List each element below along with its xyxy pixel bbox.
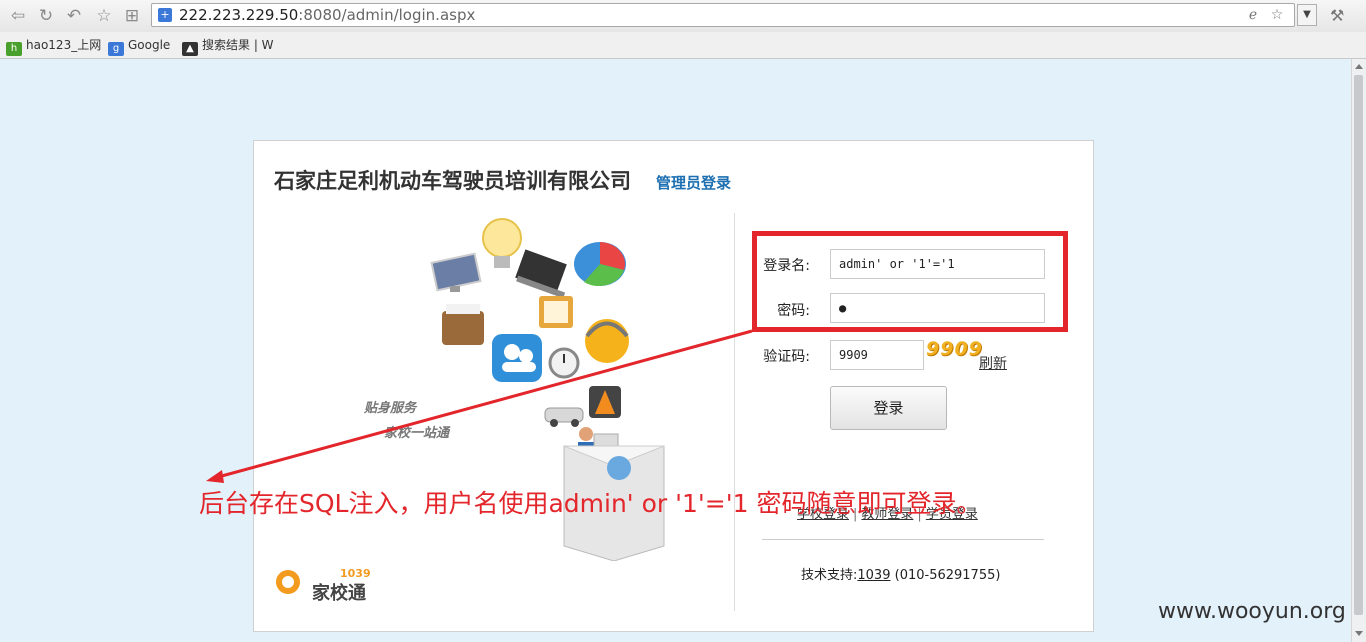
lightbulb-icon xyxy=(482,218,522,268)
slogan-one-stop: 家校一站通 xyxy=(384,426,450,441)
company-title: 石家庄足利机动车驾驶员培训有限公司 xyxy=(274,169,631,193)
star-icon[interactable]: ☆ xyxy=(94,6,114,26)
brand-name: 家校通 xyxy=(312,583,366,604)
bookmark-google[interactable]: g Google xyxy=(108,36,171,56)
laptop-icon xyxy=(515,249,567,299)
scroll-up-icon[interactable] xyxy=(1355,64,1363,69)
support-phone: (010-56291755) xyxy=(894,568,1001,583)
slogan-service: 贴身服务 xyxy=(364,401,417,416)
url-text: 222.223.229.50:8080/admin/login.aspx xyxy=(179,6,475,24)
address-dropdown-button[interactable]: ▼ xyxy=(1297,4,1317,26)
tech-support: 技术支持:1039 (010-56291755) xyxy=(801,564,1000,583)
refresh-captcha-link[interactable]: 刷新 xyxy=(979,353,1007,373)
support-link[interactable]: 1039 xyxy=(857,568,890,583)
wrench-icon[interactable]: ⚒ xyxy=(1330,6,1344,25)
briefcase-icon xyxy=(442,304,484,345)
monitor-icon xyxy=(430,252,482,292)
brand-ring-icon xyxy=(276,570,300,594)
hao123-icon: h xyxy=(6,42,22,56)
car-icon xyxy=(544,407,584,427)
ie-compat-icon[interactable]: ℯ xyxy=(1244,6,1262,24)
login-button[interactable]: 登录 xyxy=(830,386,947,430)
scroll-down-icon[interactable] xyxy=(1355,631,1363,636)
headset-icon xyxy=(585,319,629,363)
support-label: 技术支持: xyxy=(801,568,858,583)
bookmark-label: 搜索结果 | W xyxy=(202,38,274,52)
back-icon[interactable]: ⇦ xyxy=(8,6,28,26)
scroll-thumb[interactable] xyxy=(1354,75,1363,615)
grid-icon[interactable]: ⊞ xyxy=(122,6,142,26)
checklist-icon xyxy=(539,296,573,328)
captcha-image[interactable]: 9909 xyxy=(926,338,983,360)
red-highlight-box xyxy=(752,231,1068,332)
users-icon xyxy=(492,334,542,382)
vertical-scrollbar[interactable] xyxy=(1351,59,1366,642)
browser-toolbar: ⇦ ↻ ↶ ☆ ⊞ + 222.223.229.50:8080/admin/lo… xyxy=(0,0,1366,32)
pie-chart-icon xyxy=(574,242,626,287)
admin-login-label: 管理员登录 xyxy=(656,174,732,192)
reload-icon[interactable]: ↻ xyxy=(36,6,56,26)
login-panel: 石家庄足利机动车驾驶员培训有限公司 管理员登录 贴身服务 家校一站通 1039 … xyxy=(253,140,1094,632)
site-favicon-icon: + xyxy=(158,8,172,22)
brand-logo: 1039 家校通 xyxy=(274,567,394,607)
captcha-field[interactable]: 9909 xyxy=(830,340,924,370)
horizontal-divider xyxy=(762,539,1044,540)
search-result-icon: ▲ xyxy=(182,42,198,56)
url-host: 222.223.229.50 xyxy=(179,6,299,24)
google-icon: g xyxy=(108,42,124,56)
bookmark-star-icon[interactable]: ☆ xyxy=(1268,6,1286,24)
captcha-label: 验证码: xyxy=(763,349,810,365)
undo-icon[interactable]: ↶ xyxy=(64,6,84,26)
vertical-divider xyxy=(734,213,735,611)
bookmark-label: hao123_上网 xyxy=(26,38,102,52)
bookmark-hao123[interactable]: h hao123_上网 xyxy=(6,36,102,56)
bookmark-search-results[interactable]: ▲ 搜索结果 | W xyxy=(182,36,274,56)
bookmarks-bar: h hao123_上网 g Google ▲ 搜索结果 | W xyxy=(0,32,1366,59)
traffic-cone-icon xyxy=(589,386,621,418)
address-bar[interactable]: + 222.223.229.50:8080/admin/login.aspx ℯ… xyxy=(151,3,1295,27)
annotation-text: 后台存在SQL注入，用户名使用admin' or '1'='1 密码随意即可登录… xyxy=(199,489,982,518)
alarm-clock-icon xyxy=(548,347,580,379)
url-path: :8080/admin/login.aspx xyxy=(298,6,476,24)
bookmark-label: Google xyxy=(128,38,171,52)
watermark: www.wooyun.org xyxy=(1158,599,1346,624)
